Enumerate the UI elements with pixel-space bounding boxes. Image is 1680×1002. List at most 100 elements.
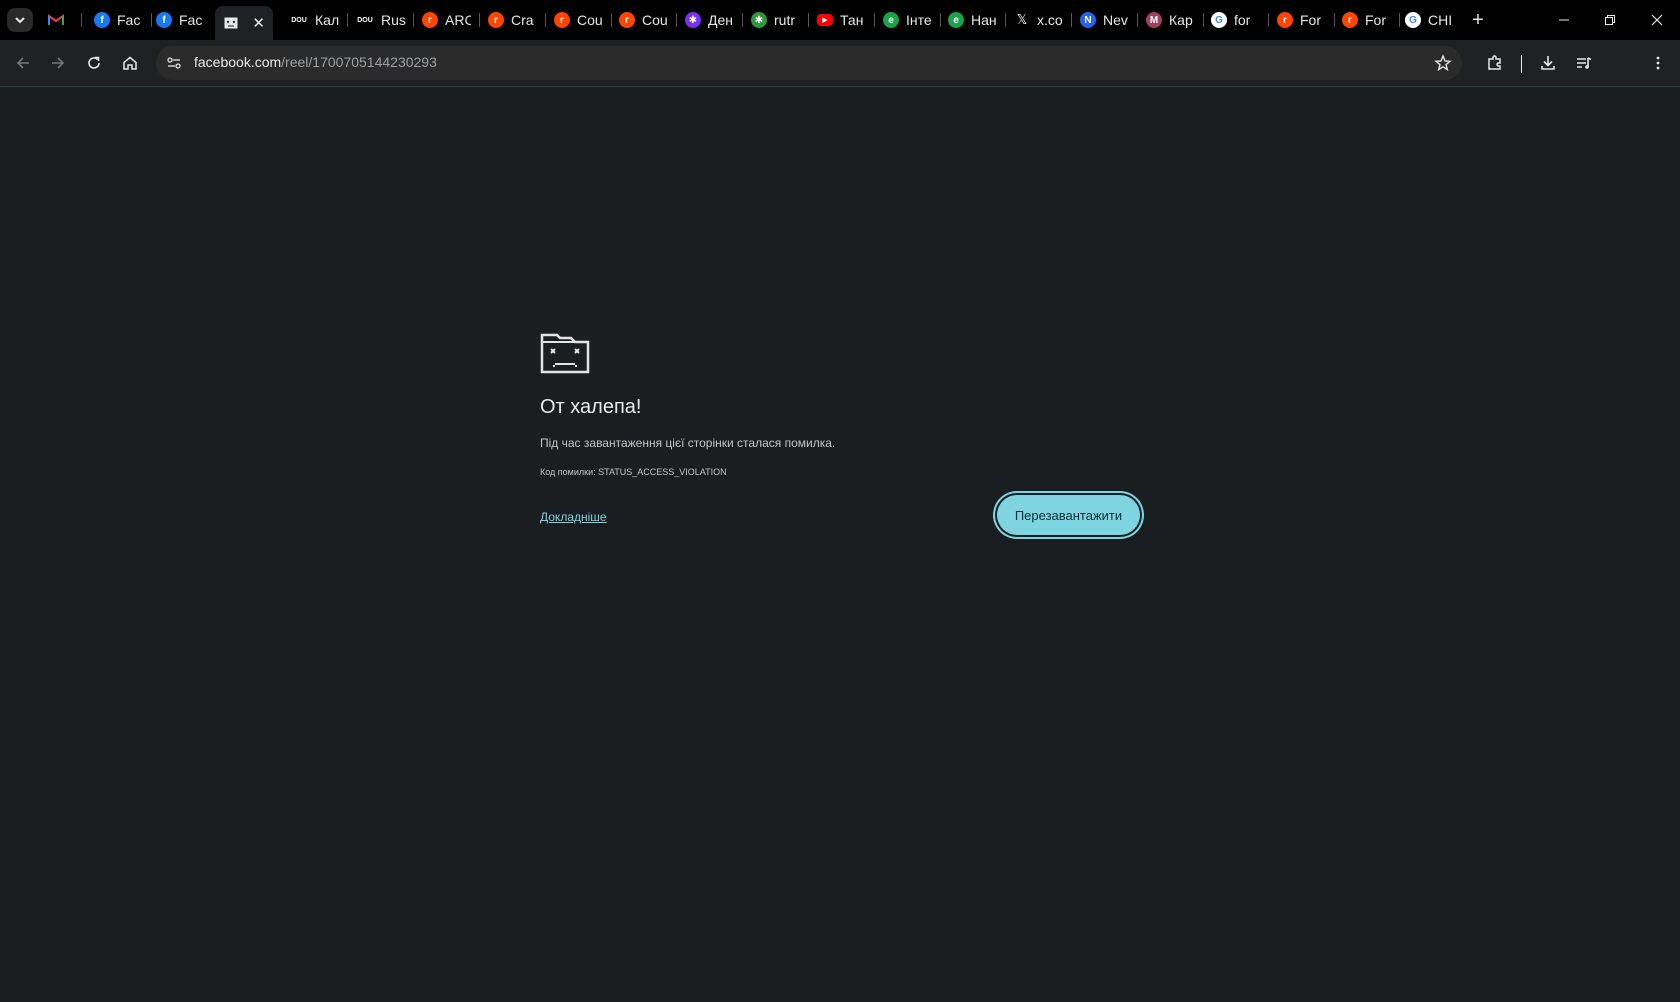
browser-toolbar: facebook.com/reel/1700705144230293: [0, 40, 1680, 87]
menu-button[interactable]: [1644, 49, 1672, 77]
tab-separator: [81, 13, 82, 27]
downloads-button[interactable]: [1534, 49, 1562, 77]
restore-button[interactable]: [1587, 0, 1633, 40]
tab-title: Ден: [708, 12, 733, 28]
reload-button[interactable]: [80, 49, 108, 77]
tab-title: For: [1365, 12, 1386, 28]
tab-separator: [808, 13, 809, 27]
tab-title: Fac: [179, 12, 203, 28]
tab[interactable]: e Інте: [883, 6, 935, 34]
home-button[interactable]: [116, 49, 144, 77]
bookmark-star-icon[interactable]: [1434, 54, 1452, 77]
tab[interactable]: G CHI: [1405, 6, 1457, 34]
tab-separator: [1005, 13, 1006, 27]
tab-title: For: [1300, 12, 1321, 28]
tab-title: Fac: [117, 12, 141, 28]
tab[interactable]: ✱ rutr: [751, 6, 803, 34]
tab-close-icon[interactable]: ✕: [252, 14, 265, 32]
new-tab-button[interactable]: +: [1466, 8, 1490, 32]
site-info-icon[interactable]: [166, 55, 182, 76]
refresh-icon: [88, 56, 100, 69]
tab-title: Cou: [577, 12, 603, 28]
youtube-icon: ▶: [817, 14, 833, 26]
tab[interactable]: r For: [1277, 6, 1329, 34]
tab-separator: [611, 13, 612, 27]
news-icon: ✱: [751, 12, 767, 28]
tab-separator: [479, 13, 480, 27]
document-icon: N: [1080, 12, 1096, 28]
tab-title: rutr: [774, 12, 795, 28]
plus-icon: +: [1472, 8, 1484, 31]
tab[interactable]: r Cou: [554, 6, 606, 34]
forward-button[interactable]: [44, 49, 72, 77]
chevron-down-icon: [15, 17, 25, 24]
reload-page-button[interactable]: Перезавантажити: [997, 495, 1140, 535]
crashed-page-icon: [223, 15, 239, 31]
address-bar[interactable]: facebook.com/reel/1700705144230293: [156, 46, 1462, 80]
toolbar-divider: [1521, 55, 1522, 73]
tab[interactable]: f Fac: [156, 6, 208, 34]
tab[interactable]: [48, 6, 76, 34]
tab[interactable]: Gfor: [1211, 6, 1263, 34]
tab-active[interactable]: ✕: [215, 6, 273, 40]
tab-title: Тан: [840, 12, 864, 28]
tab[interactable]: DOU Rus: [356, 6, 408, 34]
tab[interactable]: r Cra: [488, 6, 540, 34]
tab-title: Кар: [1169, 12, 1193, 28]
error-message: Під час завантаження цієї сторінки стала…: [540, 436, 836, 450]
map-icon: M: [1146, 12, 1162, 28]
tab-separator: [347, 13, 348, 27]
tab[interactable]: r ARC: [422, 6, 474, 34]
restore-icon: [1605, 15, 1615, 25]
url-text[interactable]: facebook.com/reel/1700705144230293: [194, 54, 437, 70]
media-controls-button[interactable]: [1570, 49, 1598, 77]
tab-separator: [545, 13, 546, 27]
minimize-button[interactable]: [1541, 0, 1587, 40]
tab-title: Інте: [906, 12, 932, 28]
learn-more-link[interactable]: Докладніше: [540, 510, 607, 524]
reddit-icon: r: [422, 12, 438, 28]
dou-icon: DOU: [291, 16, 307, 24]
minimize-icon: [1559, 19, 1569, 21]
reddit-icon: r: [488, 12, 504, 28]
tab[interactable]: N Nev: [1080, 6, 1132, 34]
arrow-right-icon: [52, 57, 65, 69]
puzzle-icon: [1488, 55, 1501, 70]
tab[interactable]: ▶ Тан: [817, 6, 869, 34]
tab-title: CHI: [1428, 12, 1453, 28]
extensions-button[interactable]: [1481, 49, 1509, 77]
tab[interactable]: DOU Кал: [290, 6, 342, 34]
tab-title: Кал: [315, 12, 340, 28]
google-icon: G: [1405, 12, 1421, 28]
tab-separator: [1268, 13, 1269, 27]
x-icon: 𝕏: [1016, 12, 1028, 27]
tab-strip: f Fac f Fac ✕ DOU Кал DOU Rus r ARC r Cra r Cou r Cou ✱ Де…: [0, 0, 1680, 40]
tab-title: x.co: [1037, 12, 1063, 28]
tab[interactable]: f Fac: [94, 6, 146, 34]
reddit-icon: r: [1277, 12, 1293, 28]
tab-title: for: [1234, 12, 1251, 28]
tab[interactable]: r Cou: [619, 6, 671, 34]
tab-separator: [413, 13, 414, 27]
tab[interactable]: M Кар: [1146, 6, 1198, 34]
facebook-icon: f: [156, 12, 172, 28]
tab[interactable]: ✱ Ден: [685, 6, 737, 34]
tab-separator: [1399, 13, 1400, 27]
tab[interactable]: e Нан: [948, 6, 1000, 34]
tab[interactable]: 𝕏x.co: [1014, 6, 1066, 34]
tab-separator: [676, 13, 677, 27]
close-window-button[interactable]: [1634, 0, 1680, 40]
page-content: От халепа! Під час завантаження цієї сто…: [0, 87, 1680, 1002]
tab-separator: [151, 13, 152, 27]
tab-title: Cou: [642, 12, 668, 28]
tab-title: ARC: [445, 12, 471, 28]
sad-folder-icon: [540, 333, 590, 374]
tab-search-button[interactable]: [7, 8, 33, 32]
facebook-icon: f: [94, 12, 110, 28]
tab-title: Нан: [971, 12, 997, 28]
error-code: Код помилки: STATUS_ACCESS_VIOLATION: [540, 467, 727, 477]
reddit-icon: r: [619, 12, 635, 28]
green-circle-icon: e: [948, 12, 964, 28]
tab[interactable]: r For: [1342, 6, 1394, 34]
back-button[interactable]: [9, 49, 37, 77]
